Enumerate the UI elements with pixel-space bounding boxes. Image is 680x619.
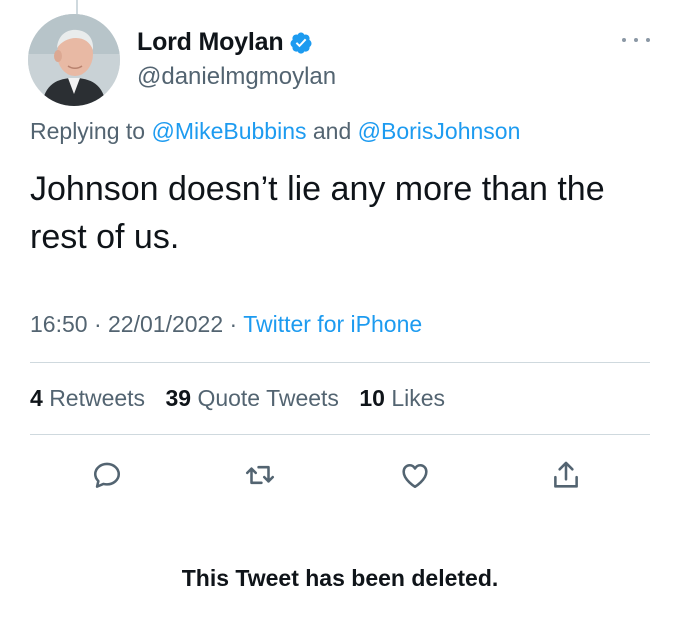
mention-link-borisjohnson[interactable]: @BorisJohnson [358, 118, 521, 144]
tweet-text: Johnson doesn’t lie any more than the re… [30, 170, 605, 256]
share-icon [554, 461, 578, 488]
like-icon [402, 463, 428, 489]
retweets-stat[interactable]: 4 Retweets [30, 385, 145, 411]
meta-separator: · [93, 311, 102, 337]
quote-tweets-label: Quote Tweets [197, 385, 339, 411]
tweet-time[interactable]: 16:50 [30, 311, 88, 337]
divider-bottom [30, 434, 650, 435]
retweet-button[interactable] [240, 455, 280, 495]
author-handle[interactable]: @danielmgmoylan [137, 63, 336, 91]
share-button[interactable] [546, 455, 586, 495]
engagement-stats: 4 Retweets 39 Quote Tweets 10 Likes [30, 385, 459, 412]
like-button[interactable] [395, 455, 435, 495]
avatar-portrait [28, 14, 120, 106]
quote-tweets-count: 39 [165, 385, 192, 411]
author-name-row: Lord Moylan [137, 28, 313, 57]
verified-badge-icon [290, 32, 312, 54]
tweet-actions-bar [0, 455, 680, 495]
replying-to-line: Replying to @MikeBubbins and @BorisJohns… [30, 118, 520, 145]
deleted-tweet-notice: This Tweet has been deleted. [181, 565, 499, 591]
thread-connector-line [76, 0, 78, 14]
reply-icon [93, 462, 121, 488]
more-options-icon[interactable] [622, 34, 650, 46]
quote-tweets-stat[interactable]: 39 Quote Tweets [165, 385, 338, 411]
retweet-icon [245, 465, 275, 485]
author-display-name[interactable]: Lord Moylan [137, 28, 284, 57]
replying-to-label: Replying to [30, 118, 146, 144]
mention-link-mikebubbins[interactable]: @MikeBubbins [151, 118, 306, 144]
likes-count: 10 [359, 385, 385, 411]
likes-stat[interactable]: 10 Likes [359, 385, 445, 411]
avatar[interactable] [28, 14, 120, 106]
tweet-source-link[interactable]: Twitter for iPhone [243, 311, 422, 337]
replying-conjunction: and [312, 118, 352, 144]
divider-top [30, 362, 650, 363]
retweets-label: Retweets [49, 385, 146, 411]
reply-button[interactable] [87, 455, 127, 495]
retweets-count: 4 [30, 385, 43, 411]
tweet-meta: 16:50 · 22/01/2022 · Twitter for iPhone [30, 311, 422, 338]
likes-label: Likes [391, 385, 446, 411]
tweet-date[interactable]: 22/01/2022 [108, 311, 223, 337]
meta-separator: · [229, 311, 238, 337]
